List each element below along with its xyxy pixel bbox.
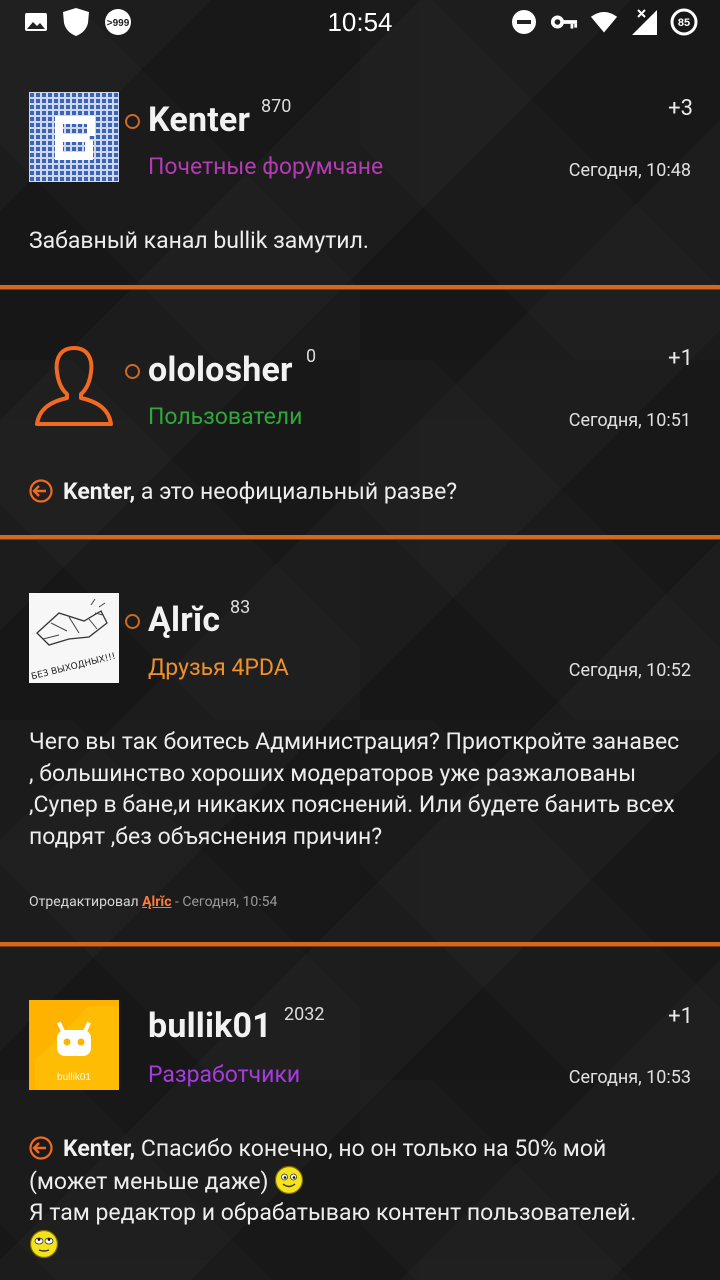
reply-arrow-icon[interactable] xyxy=(29,1136,53,1160)
avatar[interactable]: bullik01 xyxy=(29,1000,119,1090)
mention-link[interactable]: Kenter, xyxy=(63,1135,135,1162)
vote-count[interactable]: +1 xyxy=(668,1004,693,1029)
reply-text: (может меньше даже) xyxy=(29,1167,269,1195)
user-group: Разработчики xyxy=(148,1061,301,1088)
android-logo-icon: bullik01 xyxy=(29,1000,119,1090)
reply-text: Спасибо конечно, но он только на 50% мой xyxy=(140,1135,607,1162)
post-author[interactable]: bullik01 xyxy=(148,1006,272,1046)
smiley-icon xyxy=(275,1165,304,1194)
post: bullik01 bullik01 2032 Разработчики +1 С… xyxy=(0,0,720,1280)
post-text: Kenter, Спасибо конечно, но он только на… xyxy=(29,1133,699,1261)
reputation[interactable]: 2032 xyxy=(284,1004,324,1025)
avatar-caption: bullik01 xyxy=(57,1072,91,1083)
post-date: Сегодня, 10:53 xyxy=(568,1067,691,1088)
reply-text: Я там редактор и обрабатываю контент пол… xyxy=(29,1199,637,1226)
rolling-eyes-smiley-icon xyxy=(29,1229,59,1258)
